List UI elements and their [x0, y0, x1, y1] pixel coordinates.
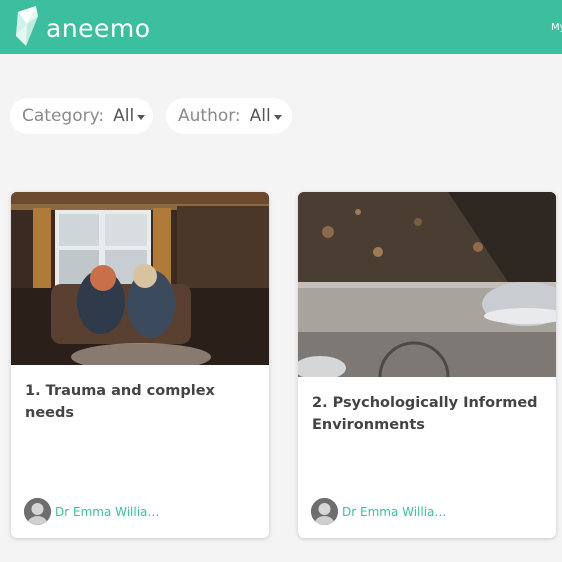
author-filter-label: Author:	[178, 106, 241, 126]
brand-name: aneemo	[46, 13, 151, 43]
caret-down-icon	[273, 114, 282, 120]
category-filter-label: Category:	[22, 106, 105, 126]
author-filter-value: All	[249, 106, 271, 126]
course-card[interactable]: 2. Psychologically Informed Environments…	[298, 192, 556, 538]
course-title[interactable]: 1. Trauma and complex needs	[25, 380, 255, 424]
caret-down-icon	[137, 114, 146, 120]
author-avatar	[24, 498, 51, 525]
author-name[interactable]: Dr Emma Williams	[342, 505, 452, 519]
course-card[interactable]: 1. Trauma and complex needs Dr Emma Will…	[11, 192, 269, 538]
category-filter[interactable]: Category: All	[10, 98, 153, 134]
author-avatar	[311, 498, 338, 525]
course-image-two-women-on-sofa[interactable]	[11, 192, 269, 365]
course-image-sneakers-on-curb[interactable]	[298, 192, 556, 377]
category-filter-value: All	[113, 106, 135, 126]
author-filter[interactable]: Author: All	[166, 98, 292, 134]
author-name[interactable]: Dr Emma Williams	[55, 505, 165, 519]
brand-logo[interactable]: aneemo	[14, 6, 151, 48]
aneemo-logo-icon	[16, 6, 38, 46]
top-navbar: aneemo My	[0, 0, 562, 54]
course-author[interactable]: Dr Emma Williams	[311, 498, 452, 525]
course-title[interactable]: 2. Psychologically Informed Environments	[312, 392, 542, 436]
course-author[interactable]: Dr Emma Williams	[24, 498, 165, 525]
nav-link-my[interactable]: My	[551, 22, 562, 33]
